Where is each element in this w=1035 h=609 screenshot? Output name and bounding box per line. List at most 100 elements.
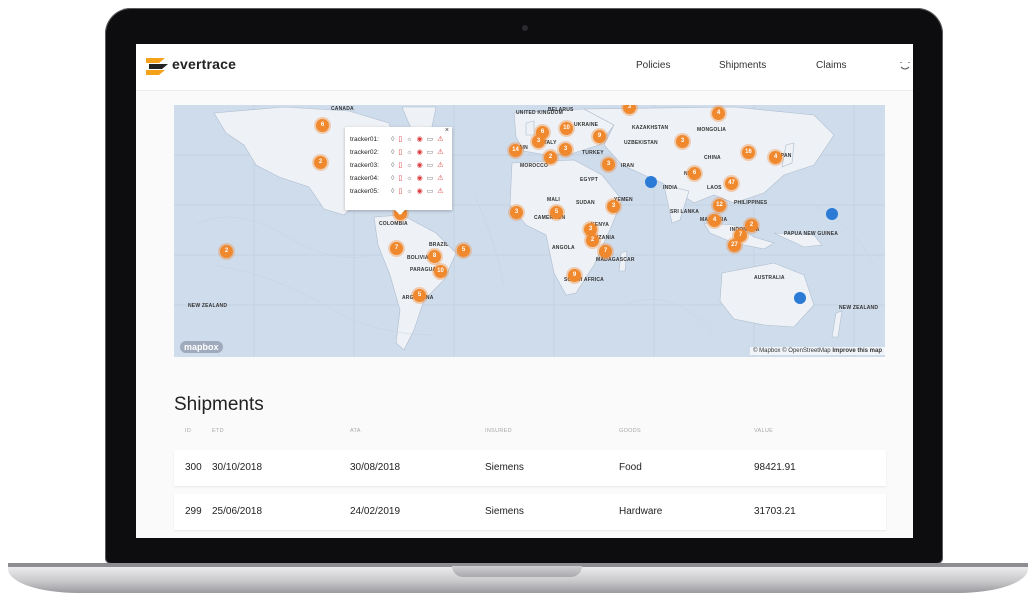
- map-cluster-marker[interactable]: 9: [593, 130, 606, 143]
- cell-id: 300: [185, 462, 202, 473]
- map-cluster-marker[interactable]: 6: [316, 119, 329, 132]
- map-label: NEW ZEALAND: [188, 303, 228, 309]
- map-label: TURKEY: [582, 150, 604, 156]
- attribution-text: © Mapbox © OpenStreetMap: [753, 348, 831, 354]
- map-cluster-marker[interactable]: 2: [544, 151, 557, 164]
- map-label: MALI: [547, 197, 561, 203]
- map-cluster-marker[interactable]: 2: [745, 219, 758, 232]
- laptop-notch: [452, 566, 582, 577]
- nav-claims[interactable]: Claims: [816, 60, 847, 71]
- map-cluster-marker[interactable]: 5: [457, 244, 470, 257]
- cell-value: 98421.91: [754, 462, 796, 473]
- column-header-insured[interactable]: INSURED: [485, 428, 512, 434]
- map-label: MADAGASCAR: [596, 257, 635, 263]
- map-cluster-marker[interactable]: 3: [532, 135, 545, 148]
- map-label: EGYPT: [580, 177, 598, 183]
- map-cluster-marker[interactable]: 3: [607, 200, 620, 213]
- map-cluster-marker[interactable]: 2: [314, 156, 327, 169]
- map-cluster-marker[interactable]: 5: [550, 206, 563, 219]
- map-label: SRI LANKA: [670, 209, 700, 215]
- tracker-location-marker[interactable]: [826, 208, 838, 220]
- map-cluster-marker[interactable]: 10: [434, 265, 447, 278]
- column-header-ata[interactable]: ATA: [350, 428, 361, 434]
- map-label: INDIA: [663, 185, 678, 191]
- map-label: LAOS: [707, 185, 722, 191]
- nav-shipments[interactable]: Shipments: [719, 60, 766, 71]
- map-cluster-marker[interactable]: 9: [568, 269, 581, 282]
- tracker-status-icons: ◊ ▯ ☼ ◉ ▭ ⚠: [391, 149, 445, 156]
- brand-name[interactable]: evertrace: [172, 56, 236, 72]
- cell-goods: Food: [619, 462, 642, 473]
- cell-value: 31703.21: [754, 506, 796, 517]
- cell-insured: Siemens: [485, 462, 524, 473]
- map-label: UZBEKISTAN: [624, 140, 658, 146]
- popup-pointer: [395, 210, 405, 215]
- map-cluster-marker[interactable]: 12: [713, 199, 726, 212]
- tracker-label: tracker05:: [350, 188, 379, 195]
- cell-etd: 30/10/2018: [212, 462, 263, 473]
- map-cluster-marker[interactable]: 14: [509, 144, 522, 157]
- map-cluster-marker[interactable]: 3: [559, 143, 572, 156]
- map-cluster-marker[interactable]: 4: [712, 107, 725, 120]
- tracker-location-marker[interactable]: [794, 292, 806, 304]
- cell-ata: 30/08/2018: [350, 462, 401, 473]
- evertrace-logo-icon[interactable]: [145, 56, 169, 76]
- tracker-label: tracker01:: [350, 136, 379, 143]
- popup-close-button[interactable]: ×: [445, 127, 449, 134]
- map-cluster-marker[interactable]: 4: [708, 214, 721, 227]
- tracker-row[interactable]: tracker04: ◊ ▯ ☼ ◉ ▭ ⚠: [350, 173, 450, 185]
- cell-insured: Siemens: [485, 506, 524, 517]
- map-cluster-marker[interactable]: 3: [676, 135, 689, 148]
- tracker-status-icons: ◊ ▯ ☼ ◉ ▭ ⚠: [391, 162, 445, 169]
- map-label: COLOMBIA: [379, 221, 408, 227]
- tracker-location-marker[interactable]: [645, 176, 657, 188]
- tracker-status-icons: ◊ ▯ ☼ ◉ ▭ ⚠: [391, 136, 445, 143]
- cell-id: 299: [185, 506, 202, 517]
- table-row[interactable]: 300 30/10/2018 30/08/2018 Siemens Food 9…: [174, 450, 886, 486]
- map-label: UKRAINE: [574, 122, 599, 128]
- map-label: NEW ZEALAND: [839, 305, 879, 311]
- tracker-row[interactable]: tracker02: ◊ ▯ ☼ ◉ ▭ ⚠: [350, 147, 450, 159]
- column-header-goods[interactable]: GOODS: [619, 428, 641, 434]
- top-navbar: evertrace Policies Shipments Claims: [136, 44, 913, 91]
- map-cluster-marker[interactable]: 3: [602, 158, 615, 171]
- table-row[interactable]: 299 25/06/2018 24/02/2019 Siemens Hardwa…: [174, 494, 886, 530]
- tracker-label: tracker04:: [350, 175, 379, 182]
- map-label: CHINA: [704, 155, 721, 161]
- tracker-row[interactable]: tracker05: ◊ ▯ ☼ ◉ ▭ ⚠: [350, 186, 450, 198]
- map-cluster-marker[interactable]: 10: [560, 122, 573, 135]
- map-cluster-marker[interactable]: 8: [428, 250, 441, 263]
- map-cluster-marker[interactable]: 2: [220, 245, 233, 258]
- tracker-row[interactable]: tracker01: ◊ ▯ ☼ ◉ ▭ ⚠: [350, 134, 450, 146]
- map-cluster-marker[interactable]: 7: [390, 242, 403, 255]
- column-header-etd[interactable]: ETD: [212, 428, 224, 434]
- map-cluster-marker[interactable]: 2: [586, 234, 599, 247]
- map-label: CANADA: [331, 106, 354, 112]
- map-cluster-marker[interactable]: 3: [510, 206, 523, 219]
- map-cluster-marker[interactable]: 5: [413, 289, 426, 302]
- map-label: BRAZIL: [429, 242, 449, 248]
- map-geography: [174, 105, 885, 357]
- mapbox-logo[interactable]: mapbox: [180, 341, 223, 353]
- map-cluster-marker[interactable]: 4: [769, 151, 782, 164]
- nav-policies[interactable]: Policies: [636, 60, 670, 71]
- column-header-id[interactable]: ID: [185, 428, 191, 434]
- tracker-popup: × tracker01: ◊ ▯ ☼ ◉ ▭ ⚠ tracker02: ◊ ▯ …: [345, 127, 452, 215]
- map-label: AUSTRALIA: [754, 275, 785, 281]
- map-cluster-marker[interactable]: 47: [725, 177, 738, 190]
- map-cluster-marker[interactable]: 16: [742, 146, 755, 159]
- tracker-row[interactable]: tracker03: ◊ ▯ ☼ ◉ ▭ ⚠: [350, 160, 450, 172]
- improve-map-link[interactable]: Improve this map: [832, 348, 882, 354]
- user-menu-icon[interactable]: [898, 58, 912, 72]
- shipment-map[interactable]: CANADA UNITED KINGDOM BELARUS UKRAINE KA…: [174, 105, 885, 357]
- map-cluster-marker[interactable]: 6: [688, 167, 701, 180]
- map-cluster-marker[interactable]: 27: [728, 239, 741, 252]
- column-header-value[interactable]: VALUE: [754, 428, 773, 434]
- map-cluster-marker[interactable]: 7: [599, 245, 612, 258]
- webcam: [522, 25, 528, 31]
- map-label: MOROCCO: [520, 163, 549, 169]
- shipments-heading: Shipments: [174, 394, 264, 415]
- map-label: MONGOLIA: [697, 127, 727, 133]
- map-label: ANGOLA: [552, 245, 575, 251]
- map-label: IRAN: [621, 163, 635, 169]
